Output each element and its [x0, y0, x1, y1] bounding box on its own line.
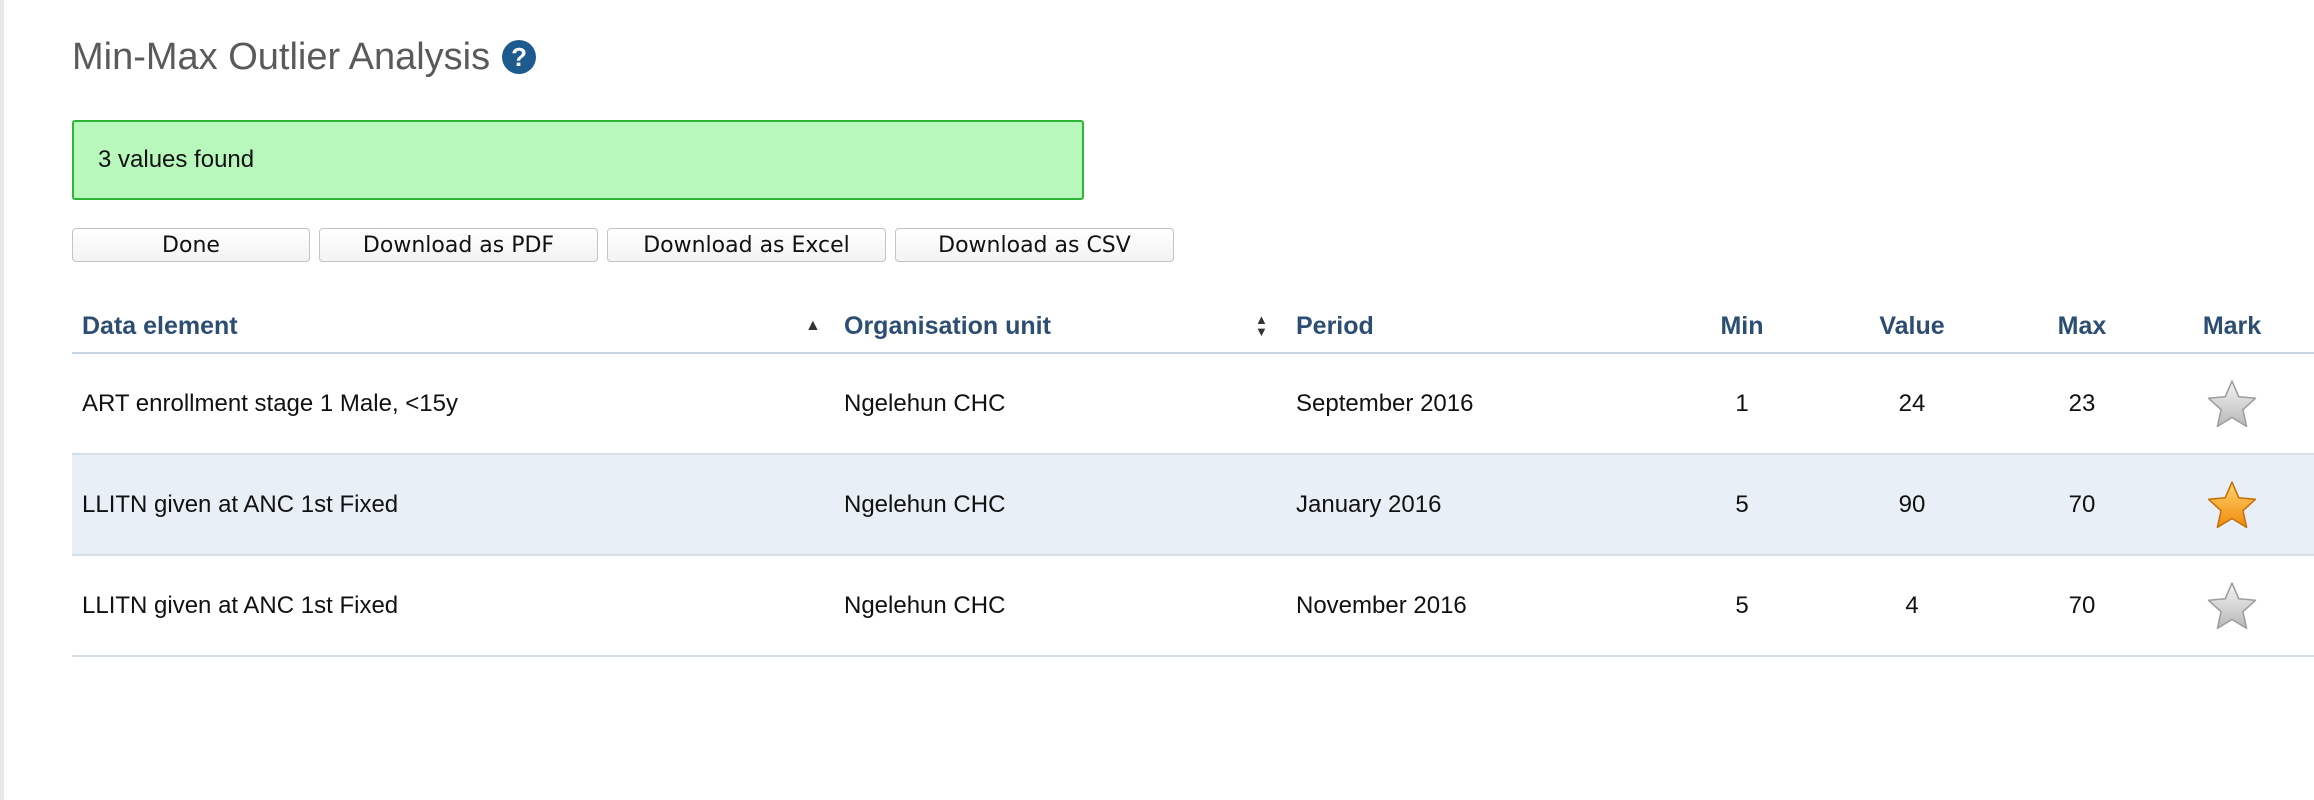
sort-ascending-icon[interactable]: ▲: [805, 300, 821, 352]
header-min[interactable]: Min: [1702, 300, 1782, 352]
sort-unsorted-icon[interactable]: ▲ ▼: [1255, 300, 1268, 352]
done-button[interactable]: Done: [72, 228, 310, 262]
star-unmarked-icon[interactable]: [2202, 556, 2262, 655]
outlier-table: Data element ▲ Organisation unit ▲ ▼ Peri…: [72, 300, 2314, 657]
header-mark: Mark: [2202, 311, 2262, 340]
cell-organisation-unit: Ngelehun CHC: [844, 591, 1006, 619]
page-left-border: [0, 0, 4, 800]
cell-organisation-unit: Ngelehun CHC: [844, 389, 1006, 417]
cell-period: November 2016: [1296, 591, 1467, 619]
cell-min: 5: [1735, 490, 1749, 518]
header-max[interactable]: Max: [2042, 300, 2122, 352]
cell-max: 70: [2068, 490, 2096, 518]
table-row: ART enrollment stage 1 Male, <15y Ngeleh…: [72, 354, 2314, 455]
header-value[interactable]: Value: [1862, 300, 1962, 352]
download-csv-button[interactable]: Download as CSV: [895, 228, 1174, 262]
title-row: Min-Max Outlier Analysis ?: [72, 28, 537, 86]
cell-data-element: LLITN given at ANC 1st Fixed: [82, 591, 399, 619]
table-row: LLITN given at ANC 1st Fixed Ngelehun CH…: [72, 556, 2314, 657]
header-data-element[interactable]: Data element: [82, 300, 238, 352]
cell-min: 5: [1735, 591, 1749, 619]
cell-data-element: LLITN given at ANC 1st Fixed: [82, 490, 399, 518]
results-count-text: 3 values found: [98, 146, 255, 173]
table-header: Data element ▲ Organisation unit ▲ ▼ Peri…: [72, 300, 2314, 354]
table-row: LLITN given at ANC 1st Fixed Ngelehun CH…: [72, 455, 2314, 556]
header-period[interactable]: Period: [1296, 300, 1374, 352]
cell-value: 4: [1905, 591, 1919, 619]
star-unmarked-icon[interactable]: [2202, 354, 2262, 453]
cell-organisation-unit: Ngelehun CHC: [844, 490, 1006, 518]
download-pdf-button[interactable]: Download as PDF: [319, 228, 598, 262]
download-excel-button[interactable]: Download as Excel: [607, 228, 886, 262]
cell-period: September 2016: [1296, 389, 1474, 417]
page-title: Min-Max Outlier Analysis: [72, 35, 491, 78]
cell-max: 70: [2068, 591, 2096, 619]
cell-value: 24: [1898, 389, 1926, 417]
question-circle-icon[interactable]: ?: [502, 40, 537, 74]
cell-max: 23: [2068, 389, 2096, 417]
toolbar: Done Download as PDF Download as Excel D…: [72, 228, 1174, 262]
results-notice: 3 values found: [72, 120, 1084, 200]
cell-period: January 2016: [1296, 490, 1442, 518]
cell-data-element: ART enrollment stage 1 Male, <15y: [82, 389, 458, 417]
star-marked-icon[interactable]: [2202, 455, 2262, 554]
header-organisation-unit[interactable]: Organisation unit: [844, 300, 1051, 352]
cell-min: 1: [1735, 389, 1749, 417]
cell-value: 90: [1898, 490, 1926, 518]
